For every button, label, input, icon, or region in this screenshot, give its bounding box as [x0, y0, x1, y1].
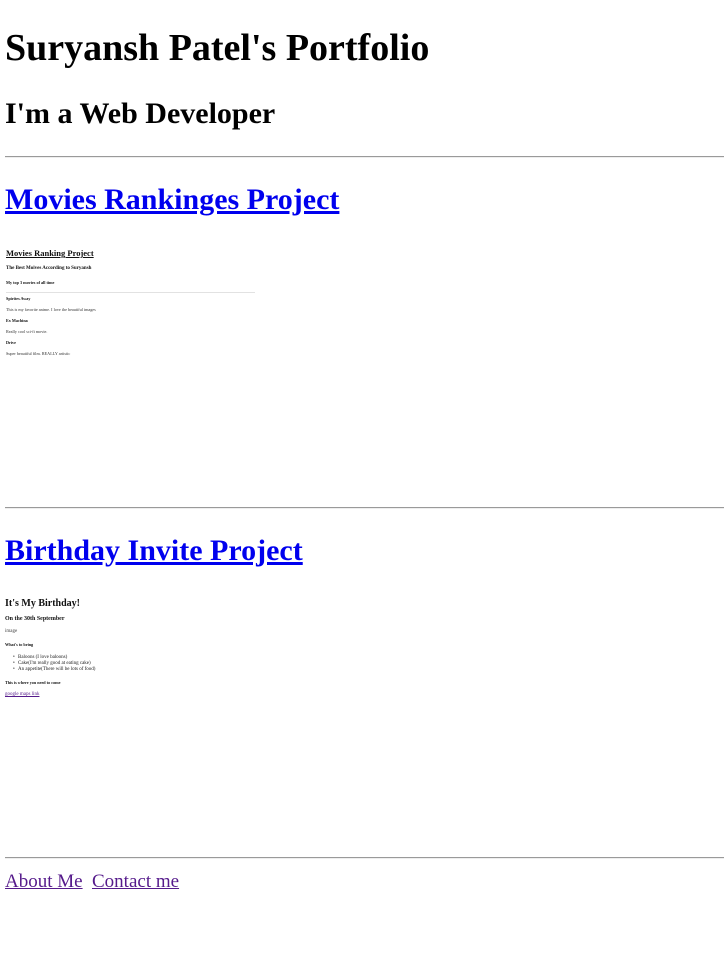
preview-item-desc: This is my favorite anime. I love the be… [6, 307, 96, 312]
preview-heading: Movies Ranking Project [6, 248, 94, 258]
preview-map-link: google maps link [5, 692, 40, 697]
preview-item-desc: Really cool sci-fi movie. [6, 329, 48, 334]
movies-project-link[interactable]: Movies Rankinges Project [5, 182, 339, 218]
preview-intro: My top 3 movies of all time [6, 280, 55, 285]
divider [5, 156, 724, 158]
preview-bring-heading: What's to bring [5, 642, 34, 647]
preview-heading: It's My Birthday! [5, 598, 80, 609]
preview-item-desc: Super beautiful film. REALLY artistic [6, 351, 71, 356]
page-subtitle: I'm a Web Developer [5, 97, 276, 130]
broken-image-icon: image [5, 629, 18, 634]
movies-project-preview[interactable]: Movies Ranking Project The Best Moives A… [5, 244, 265, 374]
about-me-link[interactable]: About Me [5, 871, 83, 893]
list-item: Baloons (I love baloons) [13, 655, 67, 660]
list-item: An appetite(There will be lots of food) [13, 667, 96, 672]
birthday-project-preview[interactable]: It's My Birthday! On the 30th September … [5, 596, 265, 706]
preview-date: On the 30th September [5, 616, 65, 622]
page-title: Suryansh Patel's Portfolio [5, 27, 430, 69]
contact-me-link[interactable]: Contact me [92, 871, 179, 893]
preview-subheading: The Best Moives According to Suryansh [6, 266, 92, 271]
divider [5, 507, 724, 509]
preview-divider [6, 292, 255, 293]
preview-item-name: Drive [6, 340, 16, 345]
preview-where-heading: This is where you need to come [5, 680, 61, 685]
list-item: Cake(I'm really good at eating cake) [13, 661, 91, 666]
birthday-project-link[interactable]: Birthday Invite Project [5, 533, 303, 569]
preview-item-name: Spirites Away [6, 296, 31, 301]
divider [5, 857, 724, 859]
preview-item-name: Ex Machina [6, 318, 28, 323]
